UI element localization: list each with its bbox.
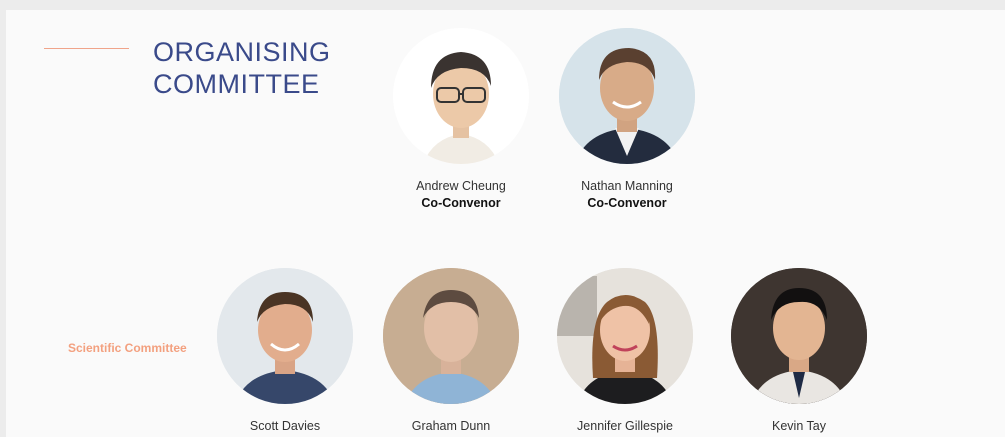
person-role: Co-Convenor — [587, 196, 667, 210]
person-name: Scott Davies — [249, 419, 321, 433]
avatar-scott-davies — [217, 268, 353, 404]
committee-panel: ORGANISING COMMITTEE Andrew Cheung Co-Co… — [6, 10, 1005, 437]
page-title: ORGANISING COMMITTEE — [153, 36, 331, 100]
accent-line — [44, 48, 129, 49]
person-card-jennifer-gillespie: Jennifer Gillespie — [540, 268, 710, 435]
person-card-nathan-manning: Nathan Manning Co-Convenor — [542, 28, 712, 212]
avatar-nathan-manning — [559, 28, 695, 164]
person-name: Andrew Cheung — [416, 179, 506, 193]
avatar-jennifer-gillespie — [557, 268, 693, 404]
person-card-graham-dunn: Graham Dunn — [366, 268, 536, 435]
person-name: Graham Dunn — [411, 419, 491, 433]
person-card-scott-davies: Scott Davies — [200, 268, 370, 435]
section-label-scientific-committee: Scientific Committee — [68, 341, 187, 355]
avatar-graham-dunn — [383, 268, 519, 404]
avatar-andrew-cheung — [393, 28, 529, 164]
page-title-line-1: ORGANISING — [153, 37, 331, 67]
person-role: Co-Convenor — [421, 196, 501, 210]
person-name: Jennifer Gillespie — [577, 419, 673, 433]
person-name: Kevin Tay — [772, 419, 826, 433]
avatar-kevin-tay — [731, 268, 867, 404]
person-name: Nathan Manning — [581, 179, 673, 193]
person-card-kevin-tay: Kevin Tay — [714, 268, 884, 435]
person-card-andrew-cheung: Andrew Cheung Co-Convenor — [376, 28, 546, 212]
page-title-line-2: COMMITTEE — [153, 69, 320, 99]
